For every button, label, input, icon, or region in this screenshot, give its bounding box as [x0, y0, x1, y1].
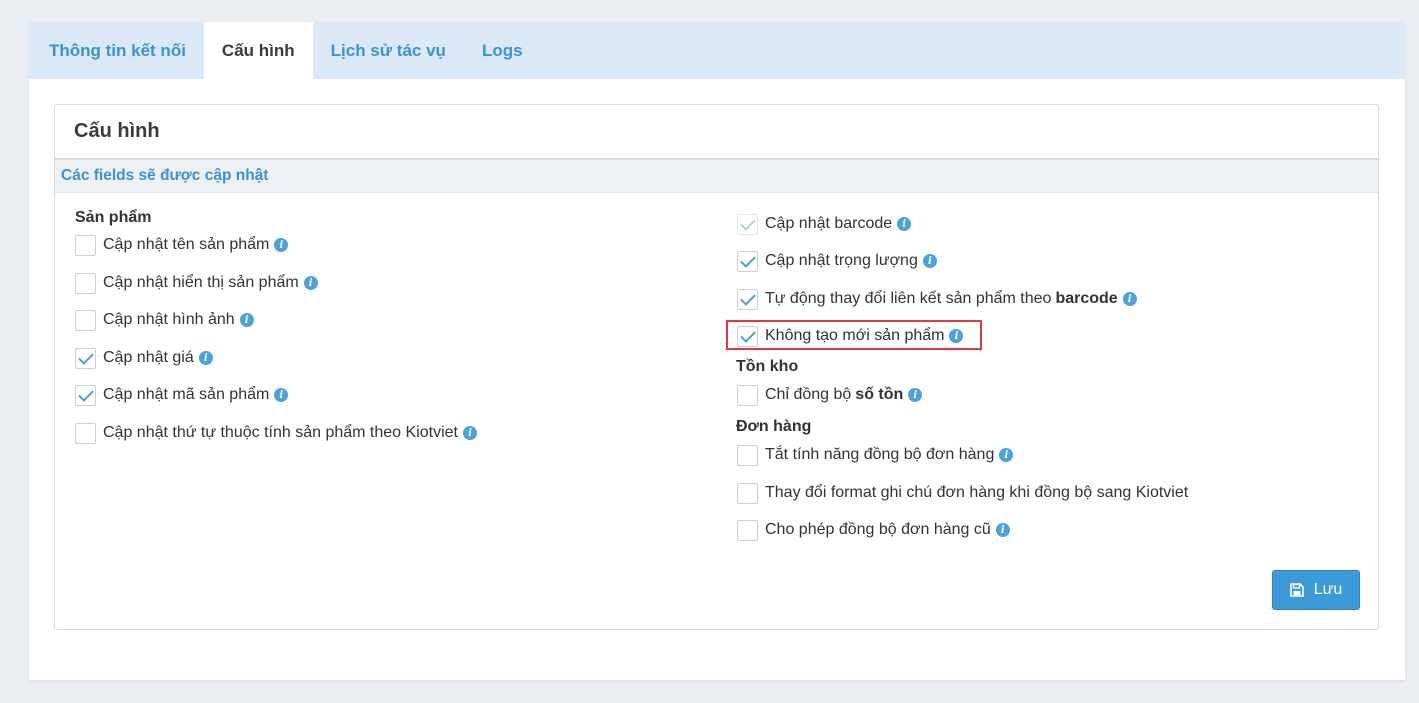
info-icon[interactable]: i [462, 426, 477, 440]
option-label: Cập nhật thứ tự thuộc tính sản phẩm theo… [103, 424, 458, 441]
info-icon[interactable]: i [1122, 292, 1137, 306]
highlight-box [726, 320, 982, 350]
tab-connection-info[interactable]: Thông tin kết nối [31, 22, 204, 79]
checkbox[interactable] [737, 482, 758, 504]
option-label: Tắt tính năng đồng bộ đơn hàng [765, 446, 995, 463]
info-icon[interactable]: i [897, 217, 912, 231]
option-update-barcode[interactable]: Cập nhật barcode i [737, 212, 912, 236]
option-label-bold: số tồn [855, 386, 904, 403]
option-label: Cập nhật tên sản phẩm [103, 236, 270, 253]
group-title-products: Sản phẩm [75, 209, 152, 226]
info-icon[interactable]: i [922, 254, 937, 268]
info-icon[interactable]: i [274, 238, 289, 252]
option-update-images[interactable]: Cập nhật hình ảnh i [75, 308, 254, 332]
checkbox [737, 213, 758, 235]
option-label: Cập nhật hiển thị sản phẩm [103, 274, 299, 291]
info-icon[interactable]: i [999, 448, 1014, 462]
option-disable-order-sync[interactable]: Tắt tính năng đồng bộ đơn hàng i [737, 443, 1014, 467]
save-button-label: Lưu [1313, 581, 1343, 598]
tab-task-history[interactable]: Lịch sử tác vụ [313, 22, 464, 79]
option-sync-stock-only[interactable]: Chỉ đồng bộ số tồn i [737, 383, 923, 407]
checkbox[interactable] [75, 234, 96, 256]
checkbox[interactable] [75, 422, 96, 444]
info-icon[interactable]: i [908, 388, 923, 402]
option-update-weight[interactable]: Cập nhật trọng lượng i [737, 249, 937, 273]
option-label: Cập nhật trọng lượng [765, 252, 918, 269]
option-update-product-visibility[interactable]: Cập nhật hiển thị sản phẩm i [75, 271, 318, 295]
option-auto-relink-by-barcode[interactable]: Tự động thay đổi liên kết sản phẩm theo … [737, 287, 1137, 311]
config-panel: Cấu hình Các fields sẽ được cập nhật Sản… [54, 104, 1379, 630]
checkbox[interactable] [75, 347, 96, 369]
main-card: Thông tin kết nối Cấu hình Lịch sử tác v… [29, 22, 1405, 680]
option-label: Cập nhật mã sản phẩm [103, 386, 270, 403]
checkbox[interactable] [737, 250, 758, 272]
tab-logs[interactable]: Logs [464, 22, 541, 79]
info-icon[interactable]: i [995, 523, 1010, 537]
option-change-order-note-format[interactable]: Thay đổi format ghi chú đơn hàng khi đồn… [737, 481, 1188, 505]
checkbox[interactable] [737, 384, 758, 406]
option-label: Cập nhật hình ảnh [103, 311, 235, 328]
option-label: Cập nhật barcode [765, 215, 893, 232]
option-label: Chỉ đồng bộ [765, 386, 852, 403]
tab-bar: Thông tin kết nối Cấu hình Lịch sử tác v… [29, 22, 1405, 79]
option-label: Tự động thay đổi liên kết sản phẩm theo [765, 290, 1052, 307]
option-label: Cho phép đồng bộ đơn hàng cũ [765, 521, 991, 538]
panel-title: Cấu hình [55, 105, 1378, 159]
info-icon[interactable]: i [274, 388, 289, 402]
option-label-bold: barcode [1055, 290, 1118, 307]
checkbox[interactable] [737, 444, 758, 466]
option-update-product-code[interactable]: Cập nhật mã sản phẩm i [75, 383, 289, 407]
tab-config[interactable]: Cấu hình [203, 22, 313, 79]
save-button[interactable]: Lưu [1272, 570, 1360, 610]
option-label: Thay đổi format ghi chú đơn hàng khi đồn… [765, 484, 1189, 501]
checkbox[interactable] [75, 272, 96, 294]
option-update-price[interactable]: Cập nhật giá i [75, 346, 213, 370]
floppy-disk-icon [1289, 583, 1304, 597]
info-icon[interactable]: i [239, 313, 254, 327]
option-update-attribute-order[interactable]: Cập nhật thứ tự thuộc tính sản phẩm theo… [75, 421, 477, 445]
option-update-product-name[interactable]: Cập nhật tên sản phẩm i [75, 233, 289, 257]
group-title-inventory: Tồn kho [736, 358, 799, 375]
option-allow-old-order-sync[interactable]: Cho phép đồng bộ đơn hàng cũ i [737, 518, 1010, 542]
checkbox[interactable] [737, 288, 758, 310]
checkbox[interactable] [75, 309, 96, 331]
group-title-orders: Đơn hàng [736, 418, 812, 435]
checkbox[interactable] [737, 519, 758, 541]
option-label: Cập nhật giá [103, 349, 194, 366]
info-icon[interactable]: i [198, 351, 213, 365]
info-icon[interactable]: i [303, 276, 318, 290]
section-header: Các fields sẽ được cập nhật [55, 159, 1378, 193]
checkbox[interactable] [75, 384, 96, 406]
